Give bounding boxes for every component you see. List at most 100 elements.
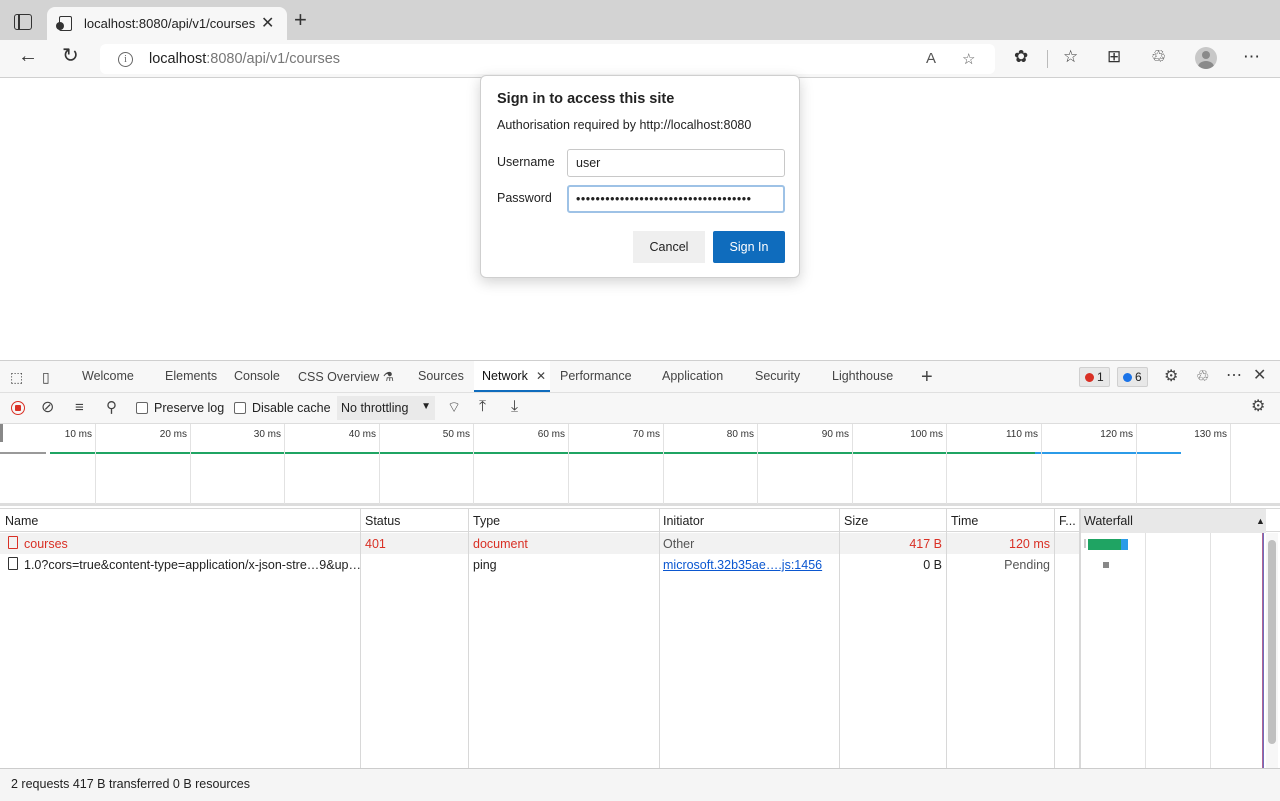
- column-divider[interactable]: [1054, 508, 1055, 768]
- close-devtools-icon[interactable]: ✕: [1253, 368, 1266, 384]
- preserve-log-checkbox[interactable]: [136, 402, 148, 414]
- column-divider[interactable]: [946, 508, 947, 768]
- tab-security[interactable]: Security: [755, 369, 800, 383]
- column-divider[interactable]: [839, 508, 840, 768]
- waterfall-waiting-bar[interactable]: [1088, 539, 1121, 550]
- disable-cache-checkbox[interactable]: [234, 402, 246, 414]
- dialog-subtitle: Authorisation required by http://localho…: [497, 118, 752, 132]
- overview-gridline: [1041, 424, 1042, 504]
- device-emulation-icon[interactable]: ▯: [42, 370, 50, 384]
- tab-performance[interactable]: Performance: [560, 369, 632, 383]
- column-divider[interactable]: [659, 508, 660, 768]
- import-har-icon[interactable]: ⤒: [479, 399, 486, 415]
- request-name[interactable]: courses: [24, 537, 68, 551]
- tab-css-overview[interactable]: CSS Overview ⚗: [298, 369, 394, 384]
- read-aloud-icon[interactable]: A: [926, 50, 936, 67]
- error-count-badge[interactable]: 1: [1079, 367, 1110, 387]
- col-fulfilled-by[interactable]: F...: [1059, 514, 1076, 528]
- add-favorite-icon[interactable]: ☆: [962, 50, 975, 68]
- column-divider[interactable]: [360, 508, 361, 768]
- network-conditions-icon[interactable]: ⌔: [447, 400, 461, 415]
- overview-gridline: [757, 424, 758, 504]
- tab-elements[interactable]: Elements: [165, 369, 217, 383]
- network-settings-icon[interactable]: ⚙: [1251, 399, 1265, 415]
- extensions-icon[interactable]: ✿: [1014, 48, 1028, 65]
- share-icon[interactable]: ♲: [1151, 48, 1166, 65]
- overview-tick-label: 120 ms: [1100, 429, 1133, 440]
- document-icon: [8, 557, 18, 570]
- col-size[interactable]: Size: [844, 514, 868, 528]
- column-divider[interactable]: [468, 508, 469, 768]
- settings-icon[interactable]: ⚙: [1164, 369, 1178, 385]
- request-initiator-link[interactable]: microsoft.32b35ae….js:1456: [663, 558, 822, 572]
- col-status[interactable]: Status: [365, 514, 400, 528]
- record-icon[interactable]: [11, 401, 25, 415]
- username-input[interactable]: [567, 149, 785, 177]
- tab-lighthouse[interactable]: Lighthouse: [832, 369, 893, 383]
- network-toolbar: ⊘ ≡ ⚲ Preserve log Disable cache No thro…: [0, 393, 1280, 424]
- overview-tick-label: 30 ms: [253, 429, 281, 440]
- tab-sources[interactable]: Sources: [418, 369, 464, 383]
- scrollbar-thumb[interactable]: [1268, 540, 1276, 744]
- request-row[interactable]: 1.0?cors=true&content-type=application/x…: [0, 554, 1080, 575]
- overview-gridline: [473, 424, 474, 504]
- overview-bar-content-download: [1035, 452, 1181, 454]
- inspect-element-icon[interactable]: ⬚: [10, 370, 23, 384]
- column-divider[interactable]: [1079, 508, 1081, 768]
- add-tab-icon[interactable]: +: [921, 367, 933, 387]
- throttling-select[interactable]: No throttling ▼: [337, 396, 435, 420]
- sign-in-button[interactable]: Sign In: [713, 231, 785, 263]
- waterfall-pending-bar[interactable]: [1103, 562, 1109, 568]
- more-icon[interactable]: ⋯: [1243, 48, 1260, 65]
- network-overview[interactable]: 10 ms 20 ms 30 ms 40 ms 50 ms 60 ms 70 ms 80 ms…: [0, 424, 1280, 506]
- overview-tick-label: 10 ms: [64, 429, 92, 440]
- tab-network[interactable]: Network: [482, 369, 528, 383]
- url-path: :8080/api/v1/courses: [206, 51, 341, 67]
- clear-icon[interactable]: ⊘: [41, 400, 54, 416]
- overview-tick-label: 90 ms: [821, 429, 849, 440]
- more-options-icon[interactable]: ⋯: [1226, 368, 1242, 384]
- cancel-button[interactable]: Cancel: [633, 231, 705, 263]
- sort-ascending-icon[interactable]: ▲: [1256, 516, 1265, 526]
- feedback-icon[interactable]: ♲: [1196, 369, 1209, 384]
- address-bar[interactable]: i localhost:8080/api/v1/courses A ☆: [100, 44, 995, 74]
- col-name[interactable]: Name: [5, 514, 38, 528]
- close-network-tab-icon[interactable]: ✕: [536, 369, 546, 383]
- col-initiator[interactable]: Initiator: [663, 514, 704, 528]
- message-count-badge[interactable]: 6: [1117, 367, 1148, 387]
- request-size: 0 B: [923, 558, 942, 572]
- tab-console[interactable]: Console: [234, 369, 280, 383]
- col-type[interactable]: Type: [473, 514, 500, 528]
- search-icon[interactable]: ⚲: [106, 400, 117, 415]
- waterfall-download-bar[interactable]: [1121, 539, 1128, 550]
- export-har-icon[interactable]: ⤓: [511, 399, 518, 415]
- tab-welcome[interactable]: Welcome: [82, 369, 134, 383]
- request-row[interactable]: courses 401 document Other 417 B 120 ms: [0, 533, 1080, 554]
- favorites-icon[interactable]: ☆: [1063, 48, 1078, 65]
- overview-gridline: [379, 424, 380, 504]
- tab-actions-icon[interactable]: [14, 14, 32, 30]
- request-name[interactable]: 1.0?cors=true&content-type=application/x…: [24, 558, 361, 572]
- filter-icon[interactable]: ≡: [75, 400, 84, 415]
- request-status: 401: [365, 537, 386, 551]
- profile-avatar[interactable]: [1195, 47, 1217, 69]
- overview-handle-left[interactable]: [0, 424, 3, 442]
- col-waterfall[interactable]: Waterfall ▲: [1080, 509, 1266, 533]
- info-icon[interactable]: i: [118, 52, 133, 67]
- close-tab-icon[interactable]: ✕: [261, 13, 274, 33]
- tab-application[interactable]: Application: [662, 369, 723, 383]
- password-input[interactable]: [567, 185, 785, 213]
- collections-icon[interactable]: ⊞: [1107, 48, 1121, 65]
- active-tab-indicator: [474, 390, 550, 392]
- request-time: 120 ms: [1009, 537, 1050, 551]
- error-icon: [1085, 373, 1094, 382]
- tab-title: localhost:8080/api/v1/courses: [84, 16, 256, 31]
- throttling-value: No throttling: [341, 401, 409, 415]
- new-tab-icon[interactable]: +: [294, 9, 307, 31]
- col-time[interactable]: Time: [951, 514, 978, 528]
- refresh-icon[interactable]: ↻: [62, 46, 79, 66]
- back-icon[interactable]: ←: [18, 46, 38, 66]
- browser-tab[interactable]: localhost:8080/api/v1/courses ✕: [47, 7, 287, 40]
- waterfall-queue-bar: [1084, 539, 1086, 548]
- overview-gridline: [95, 424, 96, 504]
